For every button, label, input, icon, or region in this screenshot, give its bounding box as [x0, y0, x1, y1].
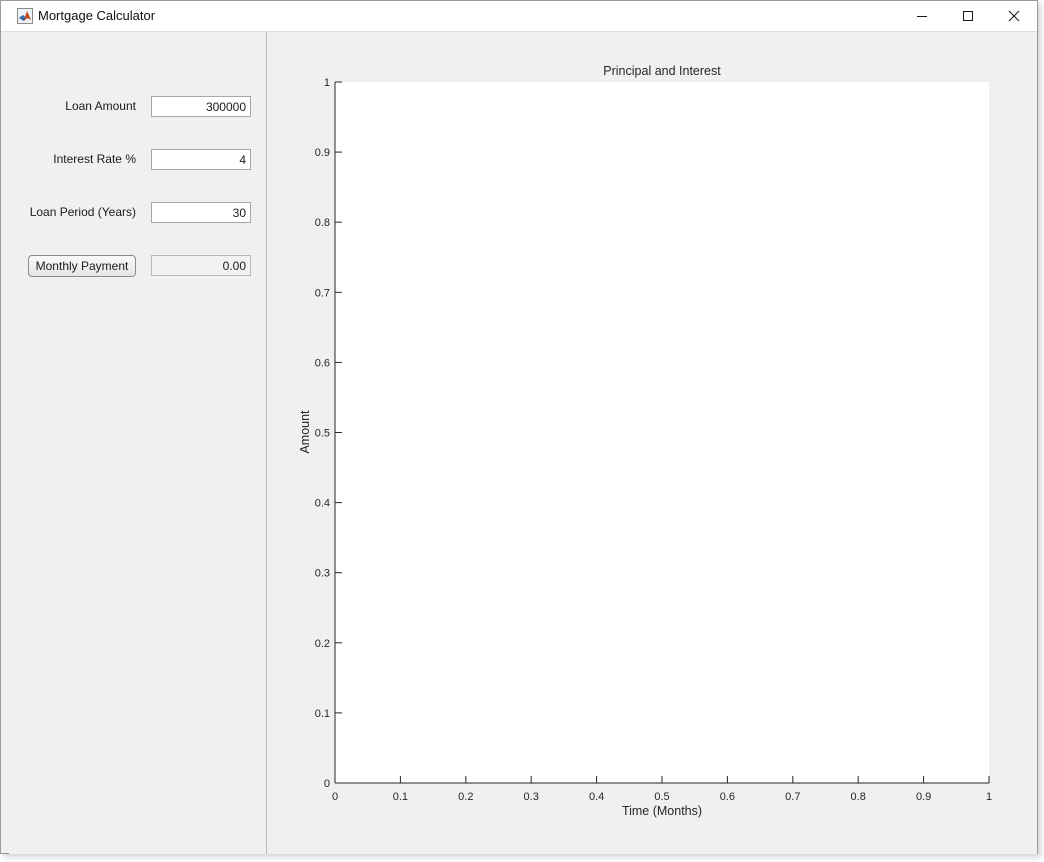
- x-tick-label: 0.6: [720, 791, 735, 803]
- y-tick-label: 0.8: [315, 217, 330, 229]
- loan-amount-field[interactable]: [151, 96, 251, 117]
- title-bar[interactable]: Mortgage Calculator: [1, 1, 1037, 32]
- loan-period-label: Loan Period (Years): [29, 205, 136, 219]
- loan-period-field[interactable]: [151, 202, 251, 223]
- y-tick-label: 0.5: [315, 428, 330, 440]
- plot-panel: 0 0.1 0.2 0.3 0.4 0.5 0.6 0.7 0.8 0.9 1 0 0.1 0.2 0.3…: [267, 32, 1037, 854]
- monthly-payment-field: [151, 255, 251, 276]
- x-tick-label: 0.3: [524, 791, 539, 803]
- chart-title: Principal and Interest: [603, 64, 721, 78]
- x-tick-label: 0.7: [785, 791, 800, 803]
- axes-background: [335, 82, 989, 783]
- x-tick-label: 0.8: [851, 791, 866, 803]
- y-tick-label: 0.3: [315, 568, 330, 580]
- y-tick-label: 0.9: [315, 147, 330, 159]
- x-tick-label: 0.2: [458, 791, 473, 803]
- x-tick-label: 1: [986, 791, 992, 803]
- x-axis-label: Time (Months): [622, 804, 702, 818]
- monthly-payment-button[interactable]: Monthly Payment: [28, 255, 136, 277]
- y-axis-label: Amount: [298, 410, 312, 454]
- x-tick-label: 0: [332, 791, 338, 803]
- input-panel: Loan Amount Interest Rate % Loan Period …: [9, 32, 267, 854]
- x-tick-label: 0.9: [916, 791, 931, 803]
- x-tick-label: 0.1: [393, 791, 408, 803]
- maximize-button[interactable]: [945, 1, 991, 31]
- y-tick-label: 0.7: [315, 287, 330, 299]
- y-tick-label: 0.6: [315, 357, 330, 369]
- y-tick-label: 1: [324, 77, 330, 89]
- matlab-icon: [17, 8, 33, 24]
- close-button[interactable]: [991, 1, 1037, 31]
- close-icon: [1008, 10, 1020, 22]
- y-tick-label: 0.1: [315, 708, 330, 720]
- x-tick-label: 0.5: [654, 791, 669, 803]
- minimize-button[interactable]: [899, 1, 945, 31]
- app-window: Mortgage Calculator Loan Amount Interest…: [0, 0, 1038, 854]
- client-area: Loan Amount Interest Rate % Loan Period …: [9, 32, 1037, 854]
- interest-rate-label: Interest Rate %: [53, 152, 136, 166]
- window-title: Mortgage Calculator: [38, 8, 156, 23]
- y-tick-label: 0: [324, 778, 330, 790]
- maximize-icon: [963, 11, 973, 21]
- minimize-icon: [917, 16, 927, 17]
- loan-amount-label: Loan Amount: [65, 99, 136, 113]
- interest-rate-field[interactable]: [151, 149, 251, 170]
- y-tick-label: 0.2: [315, 638, 330, 650]
- y-tick-label: 0.4: [315, 498, 330, 510]
- x-tick-label: 0.4: [589, 791, 604, 803]
- principal-interest-chart[interactable]: 0 0.1 0.2 0.3 0.4 0.5 0.6 0.7 0.8 0.9 1 0 0.1 0.2 0.3…: [267, 32, 1037, 854]
